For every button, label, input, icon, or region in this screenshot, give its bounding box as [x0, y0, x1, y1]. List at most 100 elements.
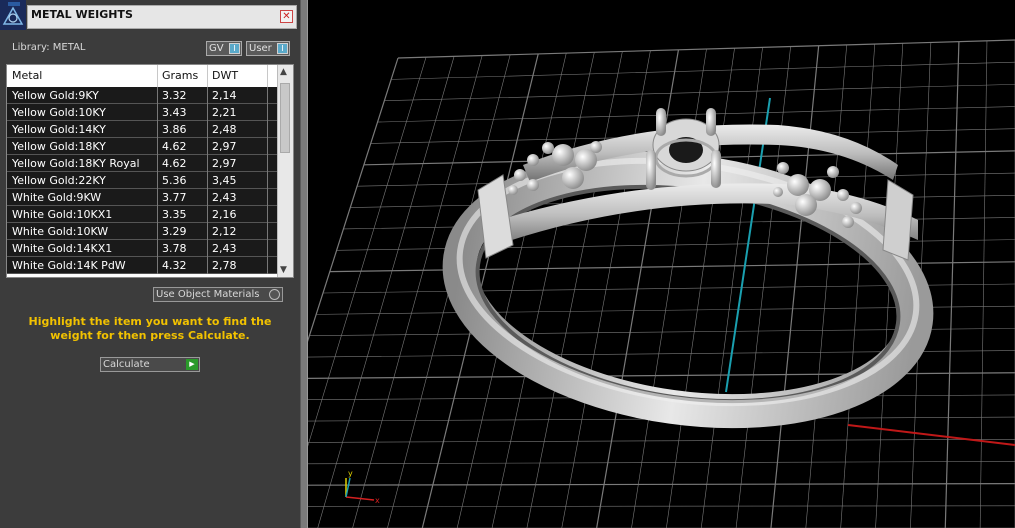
column-divider: [207, 223, 208, 240]
table-row[interactable]: White Gold:10KW 3.29 2,12: [7, 223, 279, 240]
dwt-cell: 2,48: [212, 123, 237, 136]
panel-splitter[interactable]: [300, 0, 308, 528]
grid-line: [384, 84, 1015, 102]
dwt-cell: 2,16: [212, 208, 237, 221]
grid-line: [308, 438, 1015, 443]
metal-cell: White Gold:9KW: [12, 191, 102, 204]
grams-cell: 5.36: [162, 174, 187, 187]
axis-gizmo: y x: [345, 469, 380, 505]
grid-line: [308, 505, 1015, 507]
table-row[interactable]: Yellow Gold:18KY Royal 4.62 2,97: [7, 155, 279, 172]
metal-cell: Yellow Gold:10KY: [12, 106, 106, 119]
header-metal[interactable]: Metal: [12, 69, 42, 82]
play-arrow-icon: ▶: [186, 359, 198, 370]
library-label: Library: METAL: [12, 42, 86, 53]
metal-cell: Yellow Gold:22KY: [12, 174, 106, 187]
table-row[interactable]: White Gold:14KX1 3.78 2,43: [7, 240, 279, 257]
use-object-materials-label: Use Object Materials: [156, 289, 260, 300]
metal-weights-panel: METAL WEIGHTS ✕ Library: METAL GV I User…: [0, 0, 300, 528]
table-row[interactable]: Yellow Gold:22KY 5.36 3,45: [7, 172, 279, 189]
column-divider: [157, 121, 158, 138]
table-row[interactable]: White Gold:14K PdW 4.32 2,78: [7, 257, 279, 274]
metal-cell: Yellow Gold:14KY: [12, 123, 106, 136]
grams-cell: 3.77: [162, 191, 187, 204]
table-row[interactable]: Yellow Gold:14KY 3.86 2,48: [7, 121, 279, 138]
column-divider: [207, 189, 208, 206]
dwt-cell: 2,21: [212, 106, 237, 119]
column-divider: [207, 138, 208, 155]
table-scrollbar[interactable]: ▲ ▼: [277, 65, 293, 277]
grid-line: [336, 239, 1015, 251]
dwt-cell: 2,43: [212, 191, 237, 204]
x-axis-line: [847, 424, 1015, 446]
column-divider: [157, 240, 158, 257]
3d-viewport[interactable]: y x: [308, 0, 1015, 528]
grams-cell: 4.32: [162, 259, 187, 272]
table-row[interactable]: Yellow Gold:9KY 3.32 2,14: [7, 87, 279, 104]
table-row[interactable]: White Gold:9KW 3.77 2,43: [7, 189, 279, 206]
use-object-materials-toggle[interactable]: Use Object Materials: [153, 287, 283, 302]
grams-cell: 4.62: [162, 140, 187, 153]
header-dwt[interactable]: DWT: [212, 69, 238, 82]
column-divider: [267, 223, 268, 240]
column-divider: [267, 206, 268, 223]
column-divider: [267, 87, 268, 104]
column-divider: [157, 189, 158, 206]
column-divider: [267, 121, 268, 138]
column-divider: [157, 206, 158, 223]
column-divider: [157, 172, 158, 189]
header-grams[interactable]: Grams: [162, 69, 198, 82]
column-divider: [207, 121, 208, 138]
panel-title-box: METAL WEIGHTS ✕: [27, 5, 297, 29]
dwt-cell: 2,97: [212, 157, 237, 170]
grams-cell: 3.43: [162, 106, 187, 119]
dwt-cell: 2,12: [212, 225, 237, 238]
column-divider: [267, 138, 268, 155]
column-divider: [267, 189, 268, 206]
user-label: User: [249, 43, 272, 54]
header-divider: [267, 65, 268, 87]
close-button[interactable]: ✕: [280, 10, 293, 23]
radio-icon: [269, 289, 280, 300]
column-divider: [207, 240, 208, 257]
table-body: Yellow Gold:9KY 3.32 2,14 Yellow Gold:10KY 3…: [7, 87, 279, 274]
dwt-cell: 3,45: [212, 174, 237, 187]
viewport-canvas: y x: [308, 39, 1015, 528]
app-logo-icon: [0, 0, 26, 30]
dwt-cell: 2,97: [212, 140, 237, 153]
grams-cell: 3.32: [162, 89, 187, 102]
grams-cell: 3.78: [162, 242, 187, 255]
column-divider: [207, 172, 208, 189]
dwt-cell: 2,78: [212, 259, 237, 272]
ring-right-link: [882, 179, 914, 261]
metal-table: Metal Grams DWT Yellow Gold:9KY 3.32 2,14 Y…: [6, 64, 294, 278]
header-divider: [207, 65, 208, 87]
ring-model[interactable]: [442, 108, 934, 439]
grid-line: [308, 372, 1015, 379]
gv-toggle[interactable]: GV I: [206, 41, 242, 56]
grid-line: [391, 61, 1015, 80]
metal-cell: White Gold:10KX1: [12, 208, 113, 221]
grams-cell: 4.62: [162, 157, 187, 170]
scroll-down-icon[interactable]: ▼: [280, 265, 287, 275]
table-row[interactable]: Yellow Gold:18KY 4.62 2,97: [7, 138, 279, 155]
close-icon: ✕: [282, 11, 291, 22]
gv-indicator-icon: I: [229, 43, 240, 54]
column-divider: [267, 155, 268, 172]
calculate-button[interactable]: Calculate ▶: [100, 357, 200, 372]
table-row[interactable]: Yellow Gold:10KY 3.43 2,21: [7, 104, 279, 121]
user-indicator-icon: I: [277, 43, 288, 54]
grid-line: [397, 39, 1015, 59]
grid-line: [308, 57, 399, 342]
column-divider: [207, 206, 208, 223]
column-divider: [157, 155, 158, 172]
column-divider: [207, 87, 208, 104]
gv-label: GV: [209, 43, 224, 54]
table-row[interactable]: White Gold:10KX1 3.35 2,16: [7, 206, 279, 223]
scroll-thumb[interactable]: [280, 83, 290, 153]
panel-titlebar: METAL WEIGHTS ✕: [0, 0, 300, 30]
grid-line: [308, 483, 1015, 486]
user-toggle[interactable]: User I: [246, 41, 290, 56]
scroll-up-icon[interactable]: ▲: [280, 67, 287, 77]
instructions-text: Highlight the item you want to find the …: [28, 315, 272, 342]
